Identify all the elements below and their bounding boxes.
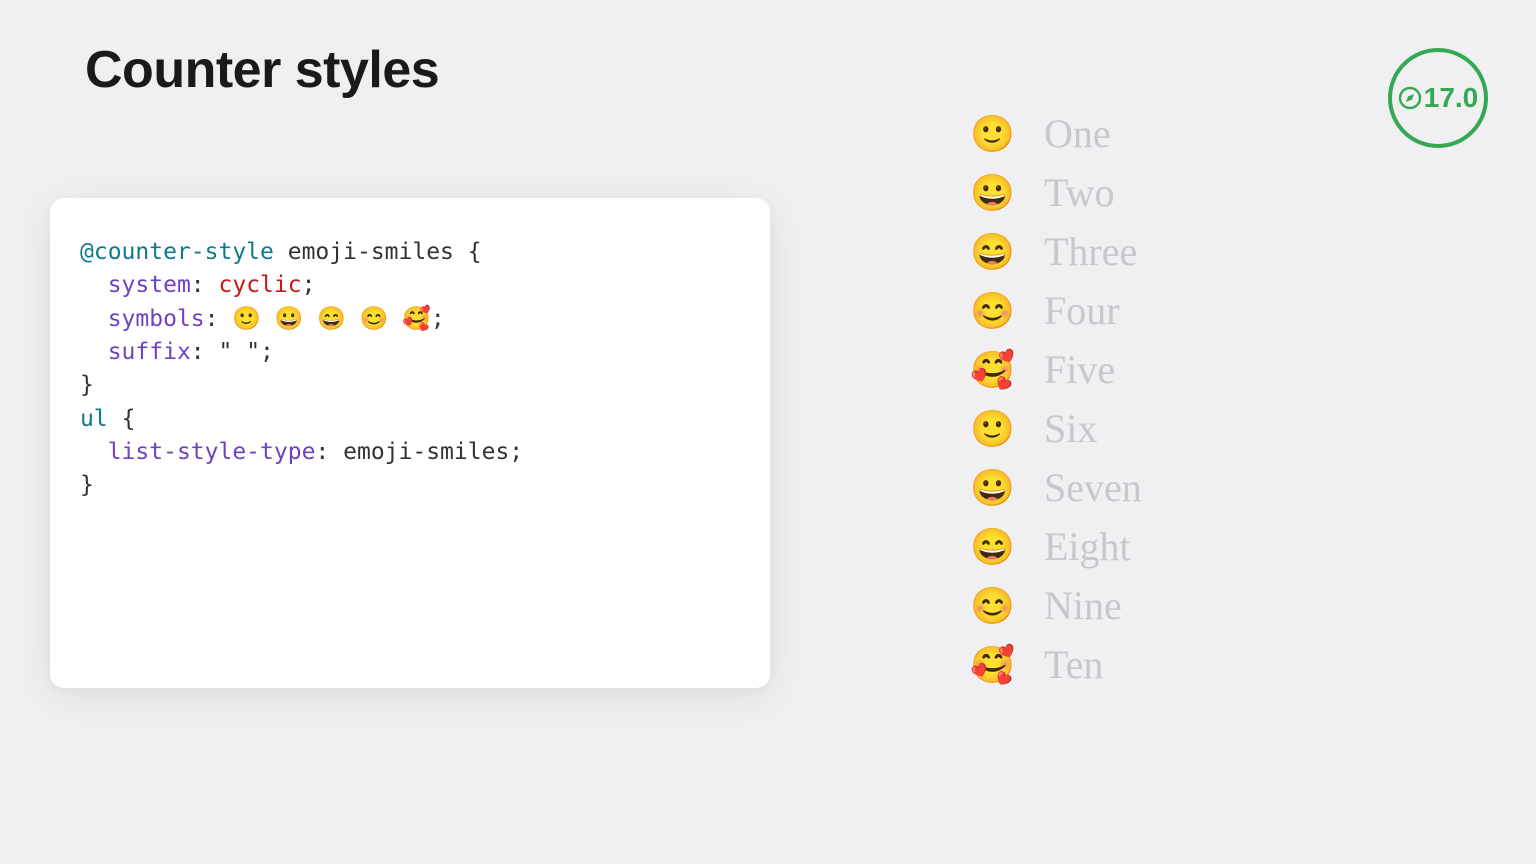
emoji-marker: 🙂 <box>970 116 1014 152</box>
list-item: 😄 Three <box>970 228 1142 275</box>
version-badge: 17.0 <box>1388 48 1488 148</box>
emoji-marker: 😄 <box>970 529 1014 565</box>
code-rule-name: emoji-smiles <box>288 239 454 265</box>
code-close-brace2: } <box>80 472 94 498</box>
code-prop-symbols: symbols <box>108 306 205 332</box>
code-pre: @counter-style emoji-smiles { system: cy… <box>80 236 740 503</box>
code-prop-system: system <box>108 272 191 298</box>
code-block: @counter-style emoji-smiles { system: cy… <box>50 198 770 688</box>
list-item-text: Ten <box>1044 641 1103 688</box>
list-item: 😊 Nine <box>970 582 1142 629</box>
code-val-suffix: " " <box>219 339 261 365</box>
code-at-keyword: @counter-style <box>80 239 274 265</box>
list-item-text: Five <box>1044 346 1115 393</box>
emoji-marker: 🥰 <box>970 647 1014 683</box>
list-item: 😄 Eight <box>970 523 1142 570</box>
page-title: Counter styles <box>85 40 439 100</box>
code-prop-suffix: suffix <box>108 339 191 365</box>
emoji-marker: 😊 <box>970 588 1014 624</box>
code-prop-list-style-type: list-style-type <box>108 439 316 465</box>
list-item: 😀 Two <box>970 169 1142 216</box>
list-item-text: Seven <box>1044 464 1142 511</box>
list-item-text: Two <box>1044 169 1115 216</box>
list-item: 😀 Seven <box>970 464 1142 511</box>
demo-list: 🙂 One 😀 Two 😄 Three 😊 Four 🥰 Five 🙂 Six 😀 Seven… <box>970 110 1142 700</box>
list-item: 🙂 One <box>970 110 1142 157</box>
list-item-text: Six <box>1044 405 1097 452</box>
list-item-text: Nine <box>1044 582 1122 629</box>
code-val-symbols: 🙂 😀 😄 😊 🥰 <box>232 306 431 332</box>
list-item-text: One <box>1044 110 1111 157</box>
code-close-brace: } <box>80 372 94 398</box>
code-open-brace: { <box>468 239 482 265</box>
emoji-marker: 😄 <box>970 234 1014 270</box>
code-open-brace2: { <box>122 406 136 432</box>
emoji-marker: 😀 <box>970 470 1014 506</box>
emoji-marker: 😀 <box>970 175 1014 211</box>
list-item-text: Eight <box>1044 523 1131 570</box>
version-badge-text: 17.0 <box>1424 82 1479 114</box>
code-val-list-style-type: emoji-smiles <box>343 439 509 465</box>
emoji-marker: 😊 <box>970 293 1014 329</box>
compass-icon <box>1398 86 1422 110</box>
list-item-text: Three <box>1044 228 1137 275</box>
emoji-marker: 🥰 <box>970 352 1014 388</box>
list-item: 🙂 Six <box>970 405 1142 452</box>
list-item: 😊 Four <box>970 287 1142 334</box>
code-val-system: cyclic <box>219 272 302 298</box>
list-item: 🥰 Ten <box>970 641 1142 688</box>
list-item-text: Four <box>1044 287 1120 334</box>
emoji-marker: 🙂 <box>970 411 1014 447</box>
list-item: 🥰 Five <box>970 346 1142 393</box>
code-selector-ul: ul <box>80 406 108 432</box>
